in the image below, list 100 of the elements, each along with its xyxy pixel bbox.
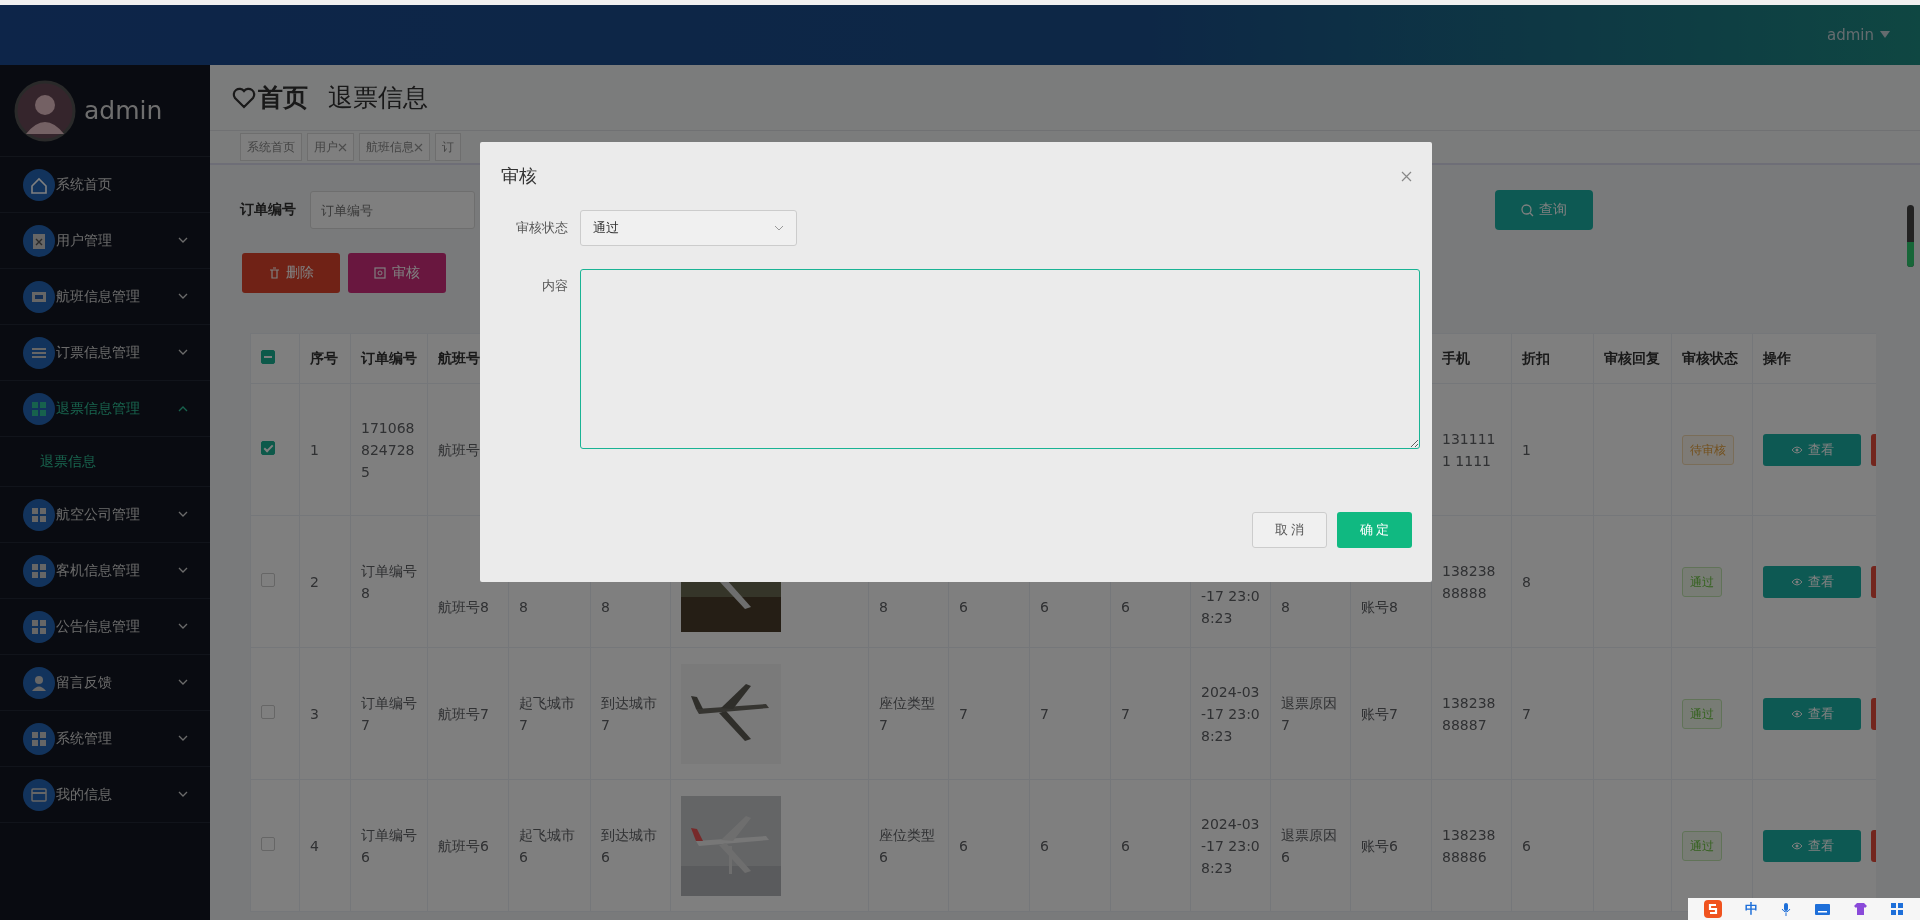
search-icon [1521, 203, 1534, 217]
search-field[interactable]: 订单编号 [310, 191, 475, 229]
status-select[interactable]: 通过 [580, 210, 797, 246]
grid-icon[interactable] [1891, 902, 1905, 916]
cancel-button[interactable]: 取 消 [1252, 512, 1327, 548]
breadcrumb-home[interactable]: 首页 [232, 81, 308, 114]
ticket-icon [22, 279, 56, 314]
user-name[interactable]: admin [1827, 26, 1874, 44]
view-button[interactable]: 查看 [1763, 697, 1861, 730]
row-checkbox[interactable] [261, 572, 275, 587]
page-tab[interactable]: 订 [435, 133, 461, 161]
row-checkbox[interactable] [261, 440, 275, 455]
home-icon [22, 167, 56, 202]
menu-item[interactable]: 航空公司管理 [0, 487, 210, 543]
keyboard-icon[interactable] [1814, 903, 1830, 915]
table-cell: 3 [310, 705, 319, 722]
heart-icon [232, 86, 256, 109]
row-checkbox[interactable] [261, 836, 275, 851]
table-cell: 7 [959, 705, 968, 722]
chevron-icon [178, 679, 188, 686]
table-cell: 座位类型7 [879, 694, 935, 733]
view-button[interactable]: 查看 [1763, 433, 1861, 466]
chevron-icon [178, 405, 188, 412]
table-cell: 1710688247285 [361, 419, 415, 480]
close-icon[interactable] [414, 142, 423, 152]
close-icon[interactable] [338, 142, 347, 152]
table-cell: 航班号 [438, 441, 480, 458]
column-header: 折扣 [1522, 349, 1550, 366]
chevron-icon [178, 511, 188, 518]
shirt-icon[interactable] [1852, 902, 1868, 916]
chevron-icon [178, 237, 188, 244]
avatar-icon [14, 79, 76, 142]
close-icon[interactable] [1401, 170, 1412, 182]
person-icon [22, 665, 56, 700]
status-badge: 通过 [1682, 698, 1722, 729]
breadcrumb-current: 退票信息 [328, 82, 428, 114]
mic-icon[interactable] [1781, 901, 1792, 917]
menu-item[interactable]: 订票信息管理 [0, 325, 210, 381]
status-badge: 通过 [1682, 830, 1722, 861]
grid-icon [22, 553, 56, 588]
menu-item[interactable]: 航班信息管理 [0, 269, 210, 325]
menu-item[interactable]: 公告信息管理 [0, 599, 210, 655]
table-cell: 账号7 [1361, 705, 1398, 722]
menu-item[interactable]: 用户管理 [0, 213, 210, 269]
chevron-icon [178, 623, 188, 630]
delete-button[interactable]: 删除 [242, 253, 340, 293]
table-cell: 2024-03-17 23:08:23 [1201, 683, 1260, 744]
table-cell: 13823888886 [1442, 826, 1496, 865]
review-icon [374, 267, 386, 279]
grid-icon [22, 721, 56, 756]
chevron-icon [178, 349, 188, 356]
field-label: 审核状态 [515, 219, 569, 237]
menu-item[interactable]: 留言反馈 [0, 655, 210, 711]
table-cell: 6 [1121, 837, 1130, 854]
status-badge: 待审核 [1682, 434, 1734, 465]
search-button[interactable]: 查询 [1495, 190, 1593, 230]
view-button[interactable]: 查看 [1763, 565, 1861, 598]
table-cell: 2024-03-17 23:08:23 [1201, 815, 1260, 876]
table-cell: 6 [959, 837, 968, 854]
list-icon [22, 335, 56, 370]
table-cell: -17 23:08:23 [1201, 587, 1260, 626]
table-cell: 7 [1040, 705, 1049, 722]
review-button[interactable]: 审核 [348, 253, 446, 293]
table-cell: 航班号8 [438, 598, 489, 615]
table-cell: 13823888887 [1442, 694, 1496, 733]
row-checkbox[interactable] [261, 704, 275, 719]
table-cell: 6 [1522, 837, 1531, 854]
column-header: 订单编号 [361, 349, 417, 366]
table-cell: 订单编号7 [361, 694, 417, 733]
table-cell: 13823888888 [1442, 562, 1496, 601]
status-badge: 通过 [1682, 566, 1722, 597]
menu-item[interactable]: 系统首页 [0, 157, 210, 213]
table-cell: 座位类型6 [879, 826, 935, 865]
field-label: 订单编号 [240, 201, 297, 219]
ime-mode[interactable]: 中 [1745, 900, 1758, 918]
column-header: 序号 [310, 349, 338, 366]
page-tab[interactable]: 用户 [307, 133, 354, 161]
field-label: 内容 [541, 277, 569, 295]
trash-icon [268, 267, 280, 279]
table-cell: 到达城市6 [601, 826, 657, 865]
menu-item[interactable]: 我的信息 [0, 767, 210, 823]
menu-item[interactable]: 客机信息管理 [0, 543, 210, 599]
card-icon [22, 777, 56, 812]
view-button[interactable]: 查看 [1763, 829, 1861, 862]
ime-logo-icon[interactable] [1703, 900, 1722, 918]
scroll-indicator [1907, 205, 1914, 267]
table-cell: 6 [959, 598, 968, 615]
select-all-checkbox[interactable] [261, 350, 275, 364]
menu-item[interactable]: 退票信息管理 [0, 381, 210, 437]
caret-icon[interactable] [1880, 31, 1890, 39]
chevron-icon [178, 567, 188, 574]
content-field[interactable] [580, 269, 1420, 449]
menu-item[interactable]: 系统管理 [0, 711, 210, 767]
chevron-icon [178, 293, 188, 300]
confirm-button[interactable]: 确 定 [1337, 512, 1412, 548]
table-cell: 航班号6 [438, 837, 489, 854]
table-cell: 账号8 [1361, 598, 1398, 615]
eye-icon [1790, 709, 1803, 718]
table-cell: 6 [1040, 837, 1049, 854]
table-cell: 退票原因6 [1281, 826, 1337, 865]
